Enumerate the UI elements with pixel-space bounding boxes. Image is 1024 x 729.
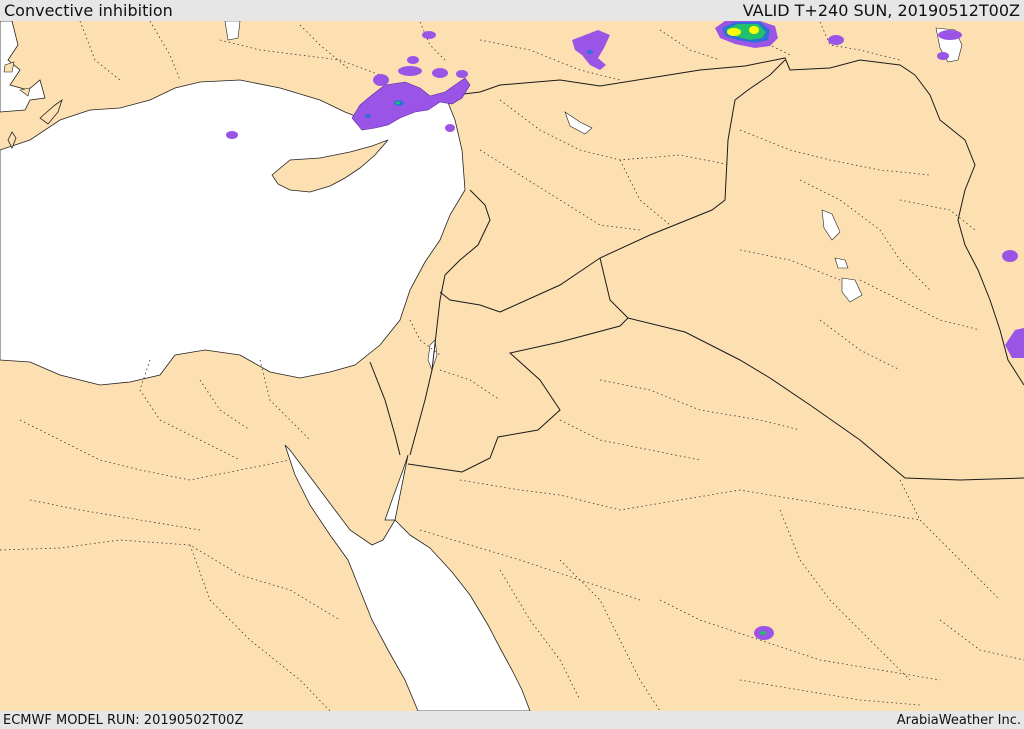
cin-area-6 bbox=[456, 70, 468, 78]
valid-time-label: VALID T+240 SUN, 20190512T00Z bbox=[742, 1, 1020, 20]
credit-label: ArabiaWeather Inc. bbox=[896, 712, 1021, 728]
cin-area-10 bbox=[938, 30, 962, 40]
cin-moderate-saudi bbox=[760, 631, 766, 635]
cin-very-strong-caucasus-1 bbox=[727, 28, 741, 36]
weather-map[interactable] bbox=[0, 21, 1024, 711]
cin-area-1 bbox=[373, 74, 389, 86]
cin-area-3 bbox=[432, 68, 448, 78]
black-sea-edge bbox=[224, 21, 241, 41]
cin-area-9 bbox=[828, 35, 844, 45]
cin-area-4 bbox=[407, 56, 419, 64]
cin-area-5 bbox=[422, 31, 436, 39]
cin-area-8 bbox=[226, 131, 238, 139]
cin-area-12 bbox=[1002, 250, 1018, 262]
cin-moderate-2 bbox=[365, 114, 371, 118]
cin-area-11 bbox=[937, 52, 949, 60]
cin-area-7 bbox=[445, 124, 455, 132]
map-canvas bbox=[0, 21, 1024, 711]
cin-very-strong-caucasus-2 bbox=[749, 26, 759, 34]
map-footer: ECMWF MODEL RUN: 20190502T00Z ArabiaWeat… bbox=[0, 711, 1024, 729]
map-title: Convective inhibition bbox=[4, 1, 173, 20]
cin-strong-1 bbox=[396, 101, 400, 105]
cin-moderate-3 bbox=[587, 50, 593, 54]
map-header: Convective inhibition VALID T+240 SUN, 2… bbox=[0, 0, 1024, 21]
model-run-label: ECMWF MODEL RUN: 20190502T00Z bbox=[3, 712, 244, 728]
cin-area-2 bbox=[398, 66, 422, 76]
